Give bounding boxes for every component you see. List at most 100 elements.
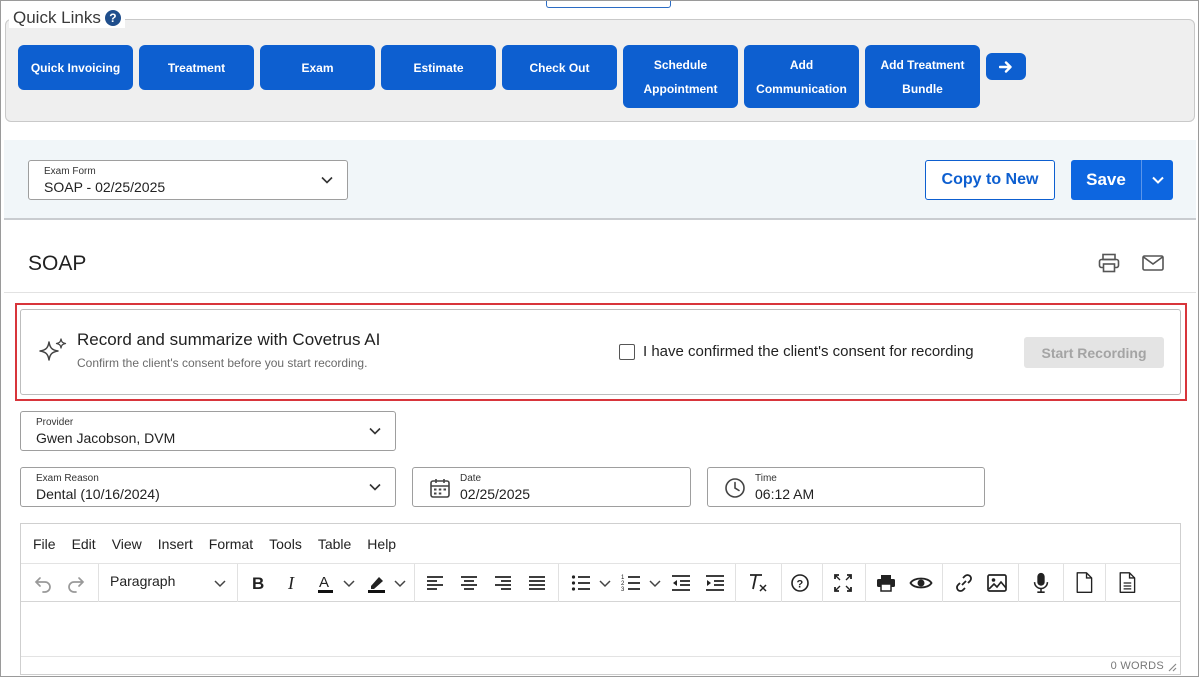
highlight-icon[interactable] — [366, 572, 388, 594]
toolbar-separator — [1063, 564, 1064, 602]
exam-reason-select[interactable]: Exam Reason Dental (10/16/2024) — [20, 467, 396, 507]
toolbar-separator — [558, 564, 559, 602]
align-right-icon[interactable] — [494, 572, 512, 594]
text-color-icon[interactable]: A — [316, 572, 336, 594]
save-button[interactable]: Save — [1071, 160, 1141, 200]
exam-reason-label: Exam Reason — [36, 473, 99, 484]
provider-label: Provider — [36, 417, 74, 428]
menu-table[interactable]: Table — [318, 536, 351, 552]
numbered-list-icon[interactable]: 123 — [621, 572, 641, 594]
align-left-icon[interactable] — [426, 572, 444, 594]
copy-to-new-button[interactable]: Copy to New — [925, 160, 1055, 200]
resize-handle-icon[interactable] — [1167, 662, 1177, 672]
new-document-icon[interactable] — [1073, 572, 1095, 594]
menu-edit[interactable]: Edit — [72, 536, 96, 552]
toolbar-separator — [237, 564, 238, 602]
time-field[interactable]: Time 06:12 AM — [707, 467, 985, 507]
bullet-list-icon[interactable] — [571, 572, 591, 594]
schedule-appointment-button[interactable]: Schedule Appointment — [623, 45, 738, 108]
link-icon[interactable] — [953, 572, 975, 594]
more-links-button[interactable] — [986, 53, 1026, 80]
template-document-icon[interactable] — [1116, 572, 1138, 594]
consent-checkbox[interactable] — [619, 344, 635, 360]
chevron-down-icon[interactable] — [343, 572, 355, 594]
svg-text:3: 3 — [621, 587, 625, 593]
time-value: 06:12 AM — [755, 486, 815, 502]
toolbar-separator — [822, 564, 823, 602]
toolbar-separator — [1018, 564, 1019, 602]
provider-value: Gwen Jacobson, DVM — [36, 430, 176, 446]
menu-file[interactable]: File — [33, 536, 56, 552]
image-icon[interactable] — [986, 572, 1008, 594]
page-title: SOAP — [28, 252, 87, 275]
menu-format[interactable]: Format — [209, 536, 253, 552]
outdent-icon[interactable] — [671, 572, 691, 594]
provider-select[interactable]: Provider Gwen Jacobson, DVM — [20, 411, 396, 451]
status-divider — [21, 656, 1180, 657]
quick-invoicing-button[interactable]: Quick Invoicing — [18, 45, 133, 90]
svg-text:A: A — [319, 574, 329, 591]
menu-view[interactable]: View — [112, 536, 142, 552]
app-frame: Quick Links ? Quick Invoicing Treatment … — [0, 0, 1199, 677]
menu-tools[interactable]: Tools — [269, 536, 302, 552]
clear-formatting-icon[interactable] — [747, 572, 769, 594]
editor-menubar: File Edit View Insert Format Tools Table… — [21, 524, 1180, 564]
date-field[interactable]: Date 02/25/2025 — [412, 467, 691, 507]
estimate-button[interactable]: Estimate — [381, 45, 496, 90]
print-icon[interactable] — [1098, 253, 1120, 273]
chevron-down-icon — [369, 483, 381, 491]
help-icon[interactable]: ? — [104, 10, 121, 26]
add-treatment-bundle-button[interactable]: Add Treatment Bundle — [865, 45, 980, 108]
toolbar-separator — [414, 564, 415, 602]
ai-title: Record and summarize with Covetrus AI — [77, 330, 381, 349]
chevron-down-icon[interactable] — [649, 572, 661, 594]
toolbar-separator — [865, 564, 866, 602]
align-center-icon[interactable] — [460, 572, 478, 594]
arrow-right-icon — [999, 60, 1012, 73]
clock-icon[interactable] — [724, 477, 746, 499]
chevron-down-icon — [369, 427, 381, 435]
date-value: 02/25/2025 — [460, 486, 531, 502]
calendar-icon[interactable] — [429, 477, 451, 499]
bold-icon[interactable]: B — [249, 572, 267, 594]
block-format-select[interactable]: Paragraph — [110, 573, 175, 589]
italic-icon[interactable]: I — [284, 572, 300, 594]
exam-form-value: SOAP - 02/25/2025 — [44, 179, 166, 195]
check-out-button[interactable]: Check Out — [502, 45, 617, 90]
undo-icon[interactable] — [33, 572, 53, 594]
redo-icon[interactable] — [66, 572, 86, 594]
toolbar-separator — [1105, 564, 1106, 602]
fullscreen-icon[interactable] — [833, 572, 853, 594]
chevron-down-icon[interactable] — [599, 572, 611, 594]
menu-help[interactable]: Help — [367, 536, 396, 552]
exam-reason-value: Dental (10/16/2024) — [36, 486, 160, 502]
add-communication-button[interactable]: Add Communication — [744, 45, 859, 108]
treatment-button[interactable]: Treatment — [139, 45, 254, 90]
chevron-down-icon[interactable] — [214, 572, 226, 594]
microphone-icon[interactable] — [1031, 572, 1051, 594]
chevron-down-icon — [321, 176, 333, 184]
align-justify-icon[interactable] — [528, 572, 546, 594]
mail-icon[interactable] — [1142, 255, 1164, 271]
exam-button[interactable]: Exam — [260, 45, 375, 90]
preview-eye-icon[interactable] — [909, 572, 933, 594]
menu-insert[interactable]: Insert — [158, 536, 193, 552]
consent-label[interactable]: I have confirmed the client's consent fo… — [643, 343, 974, 360]
top-tab[interactable] — [546, 1, 671, 8]
chevron-down-icon[interactable] — [394, 572, 406, 594]
time-label: Time — [755, 473, 777, 484]
indent-icon[interactable] — [705, 572, 725, 594]
exam-form-select[interactable]: Exam Form SOAP - 02/25/2025 — [28, 160, 348, 200]
start-recording-button[interactable]: Start Recording — [1024, 337, 1164, 368]
editor-toolbar: Paragraph B I A 123 ? — [21, 564, 1180, 602]
date-label: Date — [460, 473, 482, 484]
help-circle-icon[interactable]: ? — [790, 572, 810, 594]
rich-text-editor: File Edit View Insert Format Tools Table… — [20, 523, 1181, 675]
print-icon[interactable] — [876, 572, 896, 594]
save-options-button[interactable] — [1141, 160, 1173, 200]
ai-subtitle: Confirm the client's consent before you … — [77, 356, 368, 370]
svg-text:I: I — [287, 573, 295, 593]
toolbar-separator — [735, 564, 736, 602]
chevron-down-icon — [1151, 176, 1164, 184]
ai-recording-panel — [20, 309, 1181, 395]
